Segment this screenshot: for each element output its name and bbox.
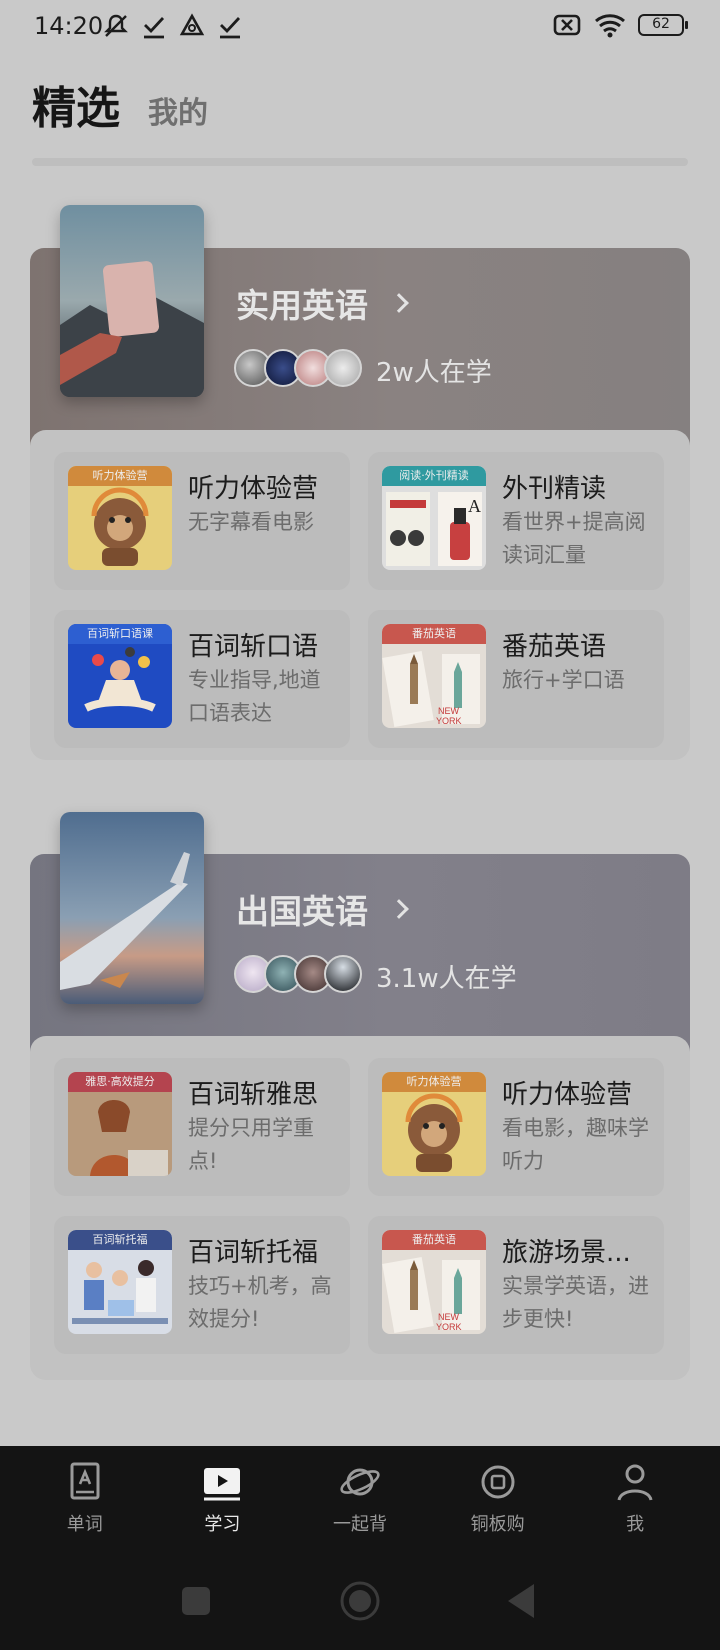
tab-selected[interactable]: 精选 — [32, 72, 120, 136]
course-description: 无字幕看电影 — [188, 510, 314, 534]
course-description: 专业指导,地道口语表达 — [188, 668, 321, 725]
course-description: 提分只用学重点! — [188, 1116, 314, 1173]
course-description: 旅行+学口语 — [502, 668, 625, 692]
svg-text:A: A — [468, 496, 481, 516]
course-card[interactable]: 雅思·高效提分 百词斩雅思 提分只用学重点! — [54, 1058, 350, 1196]
nav-item-words[interactable]: 单词 — [25, 1446, 145, 1558]
mute-icon — [104, 14, 128, 37]
back-button[interactable] — [506, 1578, 536, 1624]
check-icon — [144, 17, 165, 39]
course-card[interactable]: 百词斩口语课 百词斩口语 专业指导,地道口语表达 — [54, 610, 350, 748]
recents-button[interactable] — [181, 1578, 211, 1624]
avatar — [324, 349, 362, 387]
nav-label: 我 — [626, 1514, 645, 1535]
course-thumbnail: 百词斩口语课 — [68, 624, 172, 728]
course-thumbnail: 阅读·外刊精读 A — [382, 466, 486, 570]
home-button[interactable] — [340, 1578, 380, 1624]
course-thumbnail: 雅思·高效提分 — [68, 1072, 172, 1176]
course-title: 外刊精读 — [502, 474, 607, 504]
course-tag: 听力体验营 — [382, 1072, 486, 1092]
play-video-icon — [204, 1468, 241, 1501]
status-notifications — [102, 12, 244, 40]
check-icon — [220, 17, 241, 39]
nav-label: 单词 — [66, 1514, 103, 1535]
nav-item-me[interactable]: 我 — [575, 1446, 695, 1558]
course-card[interactable]: 听力体验营 听力体验营 看电影，趣味学听力 — [368, 1058, 664, 1196]
course-thumbnail: 番茄英语 NEW YORK — [382, 1230, 486, 1334]
status-bar: 14:20 62 — [0, 0, 720, 56]
course-description: 看电影，趣味学听力 — [502, 1116, 649, 1173]
course-tag: 番茄英语 — [382, 1230, 486, 1250]
svg-text:NEW: NEW — [438, 1312, 460, 1322]
course-tag: 听力体验营 — [68, 466, 172, 486]
word-book-icon — [70, 1462, 100, 1500]
section-title: 实用英语 — [236, 286, 368, 325]
planet-icon — [340, 1468, 380, 1496]
course-tag: 番茄英语 — [382, 624, 486, 644]
section-title: 出国英语 — [236, 892, 368, 931]
course-tag: 雅思·高效提分 — [68, 1072, 172, 1092]
course-grid: 雅思·高效提分 百词斩雅思 提分只用学重点! 听力体验营 听力体验营 看电影，趣… — [54, 1058, 664, 1354]
sim-off-icon — [553, 14, 581, 36]
section-cover-image[interactable] — [60, 205, 204, 397]
learner-count: 2w人在学 — [376, 358, 492, 388]
course-tag: 百词斩托福 — [68, 1230, 172, 1250]
course-title: 百词斩口语 — [188, 632, 319, 662]
nav-label: 一起背 — [332, 1514, 387, 1535]
status-time: 14:20 — [34, 12, 104, 40]
svg-text:YORK: YORK — [436, 1322, 462, 1332]
course-panel: 雅思·高效提分 百词斩雅思 提分只用学重点! 听力体验营 听力体验营 看电影，趣… — [30, 1036, 690, 1380]
course-thumbnail: 番茄英语 NEW YORK — [382, 624, 486, 728]
course-panel: 听力体验营 听力体验营 无字幕看电影 阅读·外刊精读 A 外刊精读 看世界+提高… — [30, 430, 690, 760]
course-card[interactable]: 番茄英语 NEW YORK 番茄英语 旅行+学口语 — [368, 610, 664, 748]
course-description: 技巧+机考，高效提分! — [188, 1274, 332, 1331]
wifi-icon — [595, 14, 625, 38]
learner-avatars — [234, 349, 362, 387]
tab-divider — [32, 158, 688, 166]
course-title: 百词斩雅思 — [188, 1080, 319, 1110]
chevron-right-icon — [389, 899, 409, 919]
chevron-right-icon — [389, 293, 409, 313]
nav-item-study[interactable]: 学习 — [162, 1446, 282, 1558]
bottom-nav: 单词 学习 一起背 铜板购 我 — [0, 1446, 720, 1558]
svg-text:YORK: YORK — [436, 716, 462, 726]
avatar — [324, 955, 362, 993]
course-card[interactable]: 百词斩托福 百词斩托福 技巧+机考，高效提分! — [54, 1216, 350, 1354]
course-card[interactable]: 听力体验营 听力体验营 无字幕看电影 — [54, 452, 350, 590]
nav-label: 铜板购 — [470, 1514, 525, 1535]
top-tabs: 精选 我的 — [32, 72, 208, 136]
course-title: 听力体验营 — [502, 1080, 633, 1110]
course-description: 看世界+提高阅读词汇量 — [502, 510, 646, 567]
nav-item-shop[interactable]: 铜板购 — [438, 1446, 558, 1558]
course-thumbnail: 听力体验营 — [68, 466, 172, 570]
course-title: 旅游场景... — [502, 1238, 631, 1268]
coin-icon — [481, 1465, 515, 1499]
course-title: 听力体验营 — [188, 474, 319, 504]
tab-mine[interactable]: 我的 — [148, 88, 208, 132]
course-title: 百词斩托福 — [188, 1238, 319, 1268]
nav-label: 学习 — [204, 1514, 241, 1535]
svg-text:NEW: NEW — [438, 706, 460, 716]
course-description: 实景学英语，进步更快! — [502, 1274, 649, 1331]
status-system-icons: 62 — [552, 12, 688, 38]
section-cover-image[interactable] — [60, 812, 204, 1004]
profile-icon — [617, 1464, 653, 1501]
course-card[interactable]: 番茄英语 NEW YORK 旅游场景... 实景学英语，进步更快! — [368, 1216, 664, 1354]
learner-avatars — [234, 955, 362, 993]
course-card[interactable]: 阅读·外刊精读 A 外刊精读 看世界+提高阅读词汇量 — [368, 452, 664, 590]
system-navigation-bar — [0, 1558, 720, 1650]
battery-icon: 62 — [638, 14, 688, 36]
nav-item-together[interactable]: 一起背 — [300, 1446, 420, 1558]
course-tag: 阅读·外刊精读 — [382, 466, 486, 486]
see-the-world-cover — [60, 205, 204, 397]
course-thumbnail: 听力体验营 — [382, 1072, 486, 1176]
warning-icon — [179, 13, 205, 36]
airplane-wing-cover — [60, 812, 204, 1004]
course-tag: 百词斩口语课 — [68, 624, 172, 644]
learner-count: 3.1w人在学 — [376, 964, 517, 994]
course-thumbnail: 百词斩托福 — [68, 1230, 172, 1334]
course-title: 番茄英语 — [502, 632, 607, 662]
course-grid: 听力体验营 听力体验营 无字幕看电影 阅读·外刊精读 A 外刊精读 看世界+提高… — [54, 452, 664, 748]
